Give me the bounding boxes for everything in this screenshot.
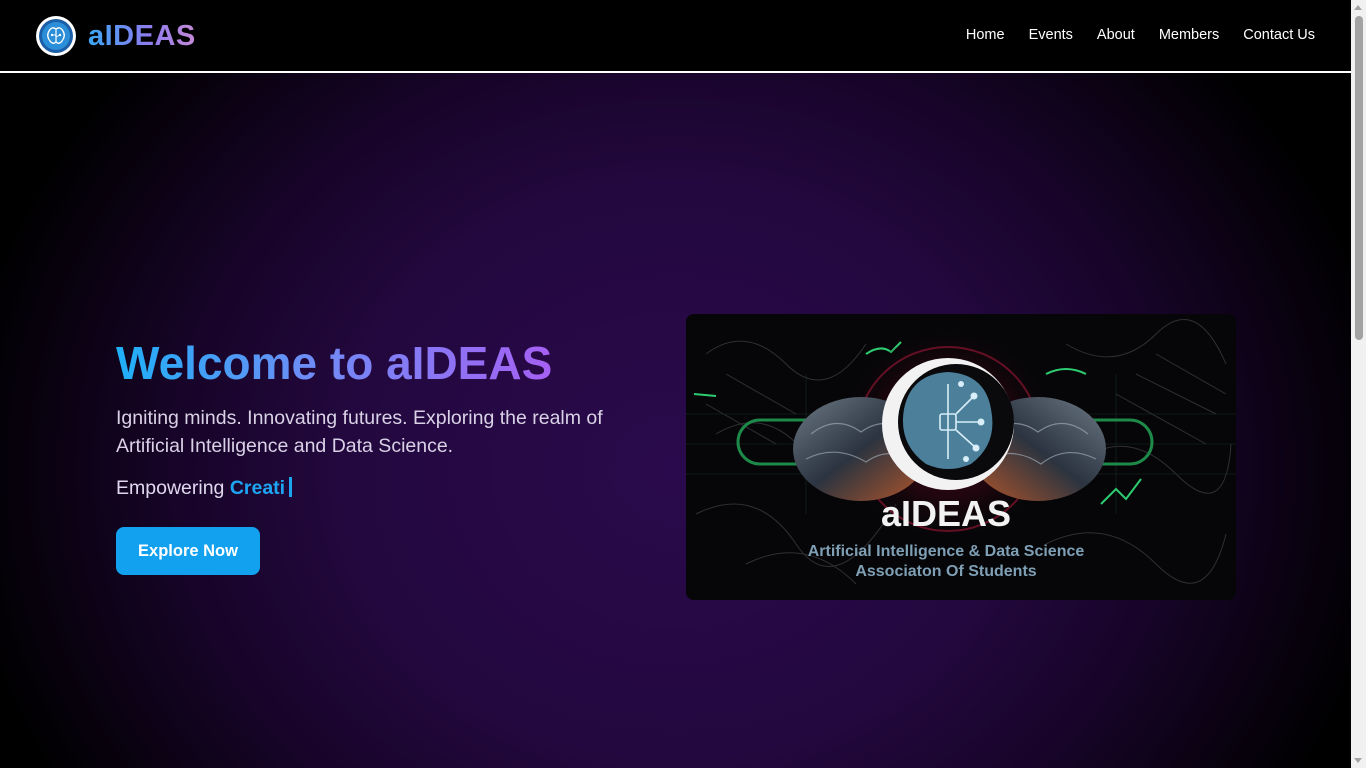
image-caption-line1: Artificial Intelligence & Data Science	[808, 543, 1085, 560]
scroll-down-arrow-icon[interactable]	[1354, 758, 1362, 763]
scrollbar[interactable]	[1351, 0, 1366, 768]
brand-name: aIDEAS	[88, 19, 196, 52]
nav-contact-us[interactable]: Contact Us	[1243, 27, 1315, 43]
typed-cursor	[289, 477, 293, 497]
navbar: aIDEAS Home Events About Members Contact…	[0, 0, 1351, 73]
nav-events[interactable]: Events	[1029, 27, 1073, 43]
typed-word: Creati	[229, 477, 286, 499]
image-logo-text: aIDEAS	[881, 493, 1011, 534]
nav-home[interactable]: Home	[966, 27, 1005, 43]
aideas-logo-artwork: aIDEAS Artificial Intelligence & Data Sc…	[686, 314, 1236, 600]
hero-typed-line: Empowering Creati	[116, 477, 293, 500]
brain-circuit-icon	[36, 16, 76, 56]
brand[interactable]: aIDEAS	[36, 16, 196, 56]
main-nav: Home Events About Members Contact Us	[942, 27, 1315, 43]
hero-title: Welcome to aIDEAS	[116, 337, 553, 389]
nav-members[interactable]: Members	[1159, 27, 1219, 43]
page-background: aIDEAS Home Events About Members Contact…	[0, 0, 1351, 768]
explore-now-button[interactable]: Explore Now	[116, 527, 260, 575]
hero-subtitle: Igniting minds. Innovating futures. Expl…	[116, 407, 603, 457]
image-caption-line2: Associaton Of Students	[855, 563, 1036, 580]
scroll-thumb[interactable]	[1355, 16, 1363, 340]
scroll-up-arrow-icon[interactable]	[1354, 5, 1362, 10]
nav-about[interactable]: About	[1097, 27, 1135, 43]
typed-prefix: Empowering	[116, 477, 225, 499]
hero-image: aIDEAS Artificial Intelligence & Data Sc…	[686, 314, 1236, 600]
